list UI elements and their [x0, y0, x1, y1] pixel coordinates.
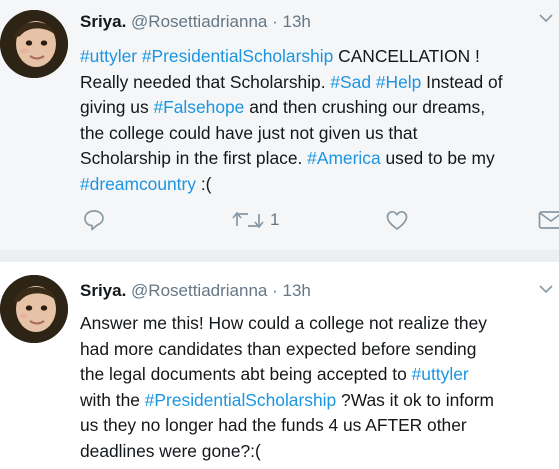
envelope-icon — [538, 211, 559, 229]
avatar[interactable] — [0, 275, 68, 343]
tweet-actions: 1 — [80, 208, 559, 238]
retweet-icon — [232, 211, 264, 229]
heart-icon — [386, 210, 408, 230]
text-segment: deadlines were gone?:( — [80, 440, 261, 461]
tweet-text-line: us they no longer had the funds 4 us AFT… — [80, 413, 559, 439]
tweet-text-line: the legal documents abt being accepted t… — [80, 362, 559, 388]
tweet-2[interactable]: Sriya. @Rosettiadrianna · 13h Answer me … — [0, 262, 559, 469]
timestamp[interactable]: 13h — [283, 281, 311, 300]
tweet-text-line: Scholarship in the first place. #America… — [80, 146, 559, 172]
text-segment: giving us — [80, 97, 154, 118]
tweet-text-line: deadlines were gone?:( — [80, 439, 559, 465]
tweet-text-line: #uttyler #PresidentialScholarship CANCEL… — [80, 44, 559, 70]
retweet-button[interactable]: 1 — [232, 208, 279, 232]
text-segment: the college could have just not given us… — [80, 122, 418, 143]
handle[interactable]: @Rosettiadrianna — [131, 12, 267, 31]
text-segment: with the — [80, 389, 145, 410]
hashtag-link[interactable]: #Falsehope — [153, 97, 244, 117]
display-name[interactable]: Sriya. — [80, 281, 126, 300]
chevron-down-icon[interactable] — [539, 282, 553, 296]
hashtag-link[interactable]: #Sad — [330, 72, 371, 92]
hashtag-link[interactable]: #uttyler — [80, 46, 137, 66]
tweet-text-line: giving us #Falsehope and then crushing o… — [80, 95, 559, 121]
tweet-text-line: had more candidates than expected before… — [80, 337, 559, 363]
tweet-text-line: Really needed that Scholarship. #Sad #He… — [80, 70, 559, 96]
text-segment: Answer me this! How could a college not … — [80, 313, 487, 333]
message-button[interactable] — [538, 208, 559, 232]
tweet-text: Answer me this! How could a college not … — [80, 311, 559, 465]
avatar[interactable] — [0, 10, 68, 78]
hashtag-link[interactable]: #dreamcountry — [80, 174, 196, 194]
tweet-divider — [0, 250, 559, 262]
tweet-header: Sriya. @Rosettiadrianna · 13h — [80, 12, 311, 32]
hashtag-link[interactable]: #Help — [376, 72, 421, 92]
chevron-down-icon[interactable] — [539, 11, 553, 25]
timestamp[interactable]: 13h — [283, 12, 311, 31]
hashtag-link[interactable]: #America — [307, 148, 380, 168]
tweet-text-line: #dreamcountry :( — [80, 172, 559, 198]
text-segment: CANCELLATION ! — [333, 46, 480, 66]
text-segment: the legal documents abt being accepted t… — [80, 364, 412, 385]
hashtag-link[interactable]: #uttyler — [412, 364, 469, 384]
tweet-text-line: the college could have just not given us… — [80, 121, 559, 147]
text-segment: :( — [196, 173, 212, 194]
like-button[interactable] — [385, 208, 409, 232]
handle[interactable]: @Rosettiadrianna — [131, 281, 267, 300]
text-segment: Instead of — [421, 71, 503, 92]
separator: · — [267, 281, 283, 300]
text-segment: had more candidates than expected before… — [80, 338, 477, 359]
text-segment: us they no longer had the funds 4 us AFT… — [80, 415, 467, 436]
text-segment: Scholarship in the first place. — [80, 148, 308, 169]
tweet-text-line: with the #PresidentialScholarship ?Was i… — [80, 388, 559, 414]
tweet-header: Sriya. @Rosettiadrianna · 13h — [80, 281, 311, 301]
tweet-1[interactable]: Sriya. @Rosettiadrianna · 13h #uttyler #… — [0, 0, 559, 250]
text-segment: used to be my — [380, 148, 495, 169]
reply-icon — [84, 210, 104, 231]
hashtag-link[interactable]: #PresidentialScholarship — [142, 46, 333, 66]
tweet-text-line: Answer me this! How could a college not … — [80, 311, 559, 337]
separator: · — [267, 12, 283, 31]
display-name[interactable]: Sriya. — [80, 12, 126, 31]
reply-button[interactable] — [82, 208, 106, 232]
retweet-count: 1 — [270, 210, 280, 229]
text-segment: and then crushing our dreams, — [244, 97, 486, 118]
text-segment: ?Was it ok to inform — [336, 389, 495, 410]
tweet-text: #uttyler #PresidentialScholarship CANCEL… — [80, 44, 559, 198]
text-segment: Really needed that Scholarship. — [80, 71, 331, 92]
hashtag-link[interactable]: #PresidentialScholarship — [145, 390, 336, 410]
